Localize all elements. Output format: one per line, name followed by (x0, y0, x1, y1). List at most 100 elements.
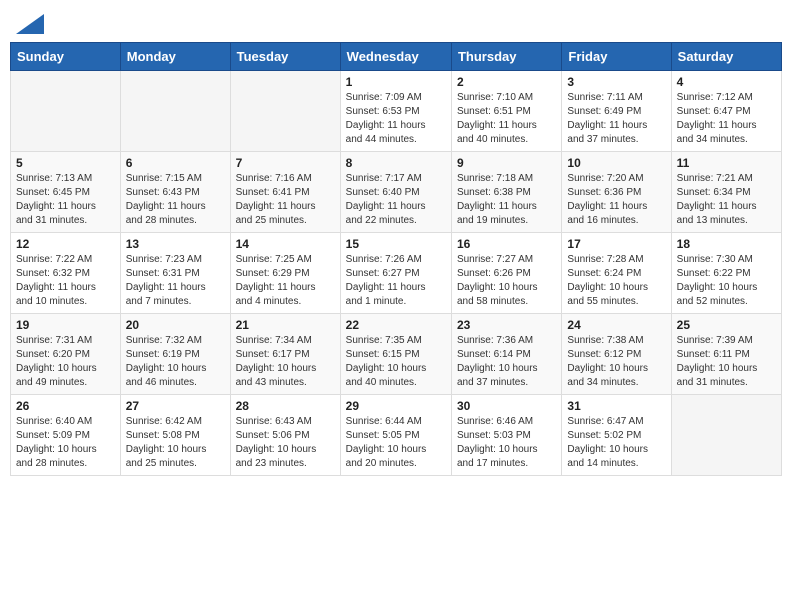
day-number: 7 (236, 156, 335, 170)
day-info: Sunrise: 7:10 AM Sunset: 6:51 PM Dayligh… (457, 91, 556, 147)
day-number: 9 (457, 156, 556, 170)
day-info: Sunrise: 7:25 AM Sunset: 6:29 PM Dayligh… (236, 253, 335, 309)
calendar-cell: 8 Sunrise: 7:17 AM Sunset: 6:40 PM Daylig… (340, 152, 451, 233)
calendar-cell: 11Sunrise: 7:21 AM Sunset: 6:34 PM Dayli… (671, 152, 781, 233)
calendar-cell (230, 71, 340, 152)
day-number: 28 (236, 399, 335, 413)
day-info: Sunrise: 7:27 AM Sunset: 6:26 PM Dayligh… (457, 253, 556, 309)
calendar-cell: 17 Sunrise: 7:28 AM Sunset: 6:24 PM Dayli… (562, 233, 671, 314)
day-number: 5 (16, 156, 115, 170)
calendar-cell: 10 Sunrise: 7:20 AM Sunset: 6:36 PM Dayli… (562, 152, 671, 233)
calendar-cell: 19 Sunrise: 7:31 AM Sunset: 6:20 PM Dayli… (11, 314, 121, 395)
calendar-cell: 27 Sunrise: 6:42 AM Sunset: 5:08 PM Dayli… (120, 395, 230, 476)
day-of-week-header: Monday (120, 43, 230, 71)
day-number: 3 (567, 75, 665, 89)
day-info: Sunrise: 7:23 AM Sunset: 6:31 PM Dayligh… (126, 253, 225, 309)
day-number: 22 (346, 318, 446, 332)
calendar-cell: 29 Sunrise: 6:44 AM Sunset: 5:05 PM Dayli… (340, 395, 451, 476)
day-info: Sunrise: 7:38 AM Sunset: 6:12 PM Dayligh… (567, 334, 665, 390)
day-number: 23 (457, 318, 556, 332)
day-number: 31 (567, 399, 665, 413)
day-number: 26 (16, 399, 115, 413)
day-info: Sunrise: 6:40 AM Sunset: 5:09 PM Dayligh… (16, 415, 115, 471)
calendar-cell: 28Sunrise: 6:43 AM Sunset: 5:06 PM Dayli… (230, 395, 340, 476)
calendar-cell: 24Sunrise: 7:38 AM Sunset: 6:12 PM Dayli… (562, 314, 671, 395)
day-info: Sunrise: 7:36 AM Sunset: 6:14 PM Dayligh… (457, 334, 556, 390)
day-number: 25 (677, 318, 776, 332)
day-number: 16 (457, 237, 556, 251)
calendar-cell: 6Sunrise: 7:15 AM Sunset: 6:43 PM Daylig… (120, 152, 230, 233)
day-number: 18 (677, 237, 776, 251)
day-number: 15 (346, 237, 446, 251)
calendar-cell: 30Sunrise: 6:46 AM Sunset: 5:03 PM Dayli… (451, 395, 561, 476)
day-info: Sunrise: 7:17 AM Sunset: 6:40 PM Dayligh… (346, 172, 446, 228)
day-info: Sunrise: 7:28 AM Sunset: 6:24 PM Dayligh… (567, 253, 665, 309)
day-info: Sunrise: 7:09 AM Sunset: 6:53 PM Dayligh… (346, 91, 446, 147)
calendar-cell: 15Sunrise: 7:26 AM Sunset: 6:27 PM Dayli… (340, 233, 451, 314)
day-info: Sunrise: 7:20 AM Sunset: 6:36 PM Dayligh… (567, 172, 665, 228)
calendar-cell: 22 Sunrise: 7:35 AM Sunset: 6:15 PM Dayli… (340, 314, 451, 395)
calendar-cell: 3 Sunrise: 7:11 AM Sunset: 6:49 PM Daylig… (562, 71, 671, 152)
day-of-week-header: Thursday (451, 43, 561, 71)
day-number: 14 (236, 237, 335, 251)
logo-arrow-icon (16, 14, 44, 34)
calendar-cell: 25 Sunrise: 7:39 AM Sunset: 6:11 PM Dayli… (671, 314, 781, 395)
calendar-cell: 31 Sunrise: 6:47 AM Sunset: 5:02 PM Dayli… (562, 395, 671, 476)
calendar-week-row: 26 Sunrise: 6:40 AM Sunset: 5:09 PM Dayli… (11, 395, 782, 476)
calendar-cell: 2 Sunrise: 7:10 AM Sunset: 6:51 PM Daylig… (451, 71, 561, 152)
day-number: 17 (567, 237, 665, 251)
page-header (10, 10, 782, 34)
day-number: 10 (567, 156, 665, 170)
calendar-cell: 12 Sunrise: 7:22 AM Sunset: 6:32 PM Dayli… (11, 233, 121, 314)
calendar-header-row: SundayMondayTuesdayWednesdayThursdayFrid… (11, 43, 782, 71)
calendar-cell: 5 Sunrise: 7:13 AM Sunset: 6:45 PM Daylig… (11, 152, 121, 233)
day-number: 4 (677, 75, 776, 89)
day-info: Sunrise: 7:22 AM Sunset: 6:32 PM Dayligh… (16, 253, 115, 309)
day-number: 12 (16, 237, 115, 251)
day-info: Sunrise: 6:46 AM Sunset: 5:03 PM Dayligh… (457, 415, 556, 471)
day-info: Sunrise: 6:42 AM Sunset: 5:08 PM Dayligh… (126, 415, 225, 471)
calendar-week-row: 1 Sunrise: 7:09 AM Sunset: 6:53 PM Daylig… (11, 71, 782, 152)
day-info: Sunrise: 7:32 AM Sunset: 6:19 PM Dayligh… (126, 334, 225, 390)
day-number: 29 (346, 399, 446, 413)
calendar-cell (11, 71, 121, 152)
day-of-week-header: Sunday (11, 43, 121, 71)
day-number: 19 (16, 318, 115, 332)
calendar-cell: 13 Sunrise: 7:23 AM Sunset: 6:31 PM Dayli… (120, 233, 230, 314)
calendar-cell: 18Sunrise: 7:30 AM Sunset: 6:22 PM Dayli… (671, 233, 781, 314)
day-info: Sunrise: 7:15 AM Sunset: 6:43 PM Dayligh… (126, 172, 225, 228)
calendar-cell: 14 Sunrise: 7:25 AM Sunset: 6:29 PM Dayli… (230, 233, 340, 314)
day-info: Sunrise: 7:13 AM Sunset: 6:45 PM Dayligh… (16, 172, 115, 228)
day-info: Sunrise: 6:47 AM Sunset: 5:02 PM Dayligh… (567, 415, 665, 471)
calendar-week-row: 19 Sunrise: 7:31 AM Sunset: 6:20 PM Dayli… (11, 314, 782, 395)
calendar-week-row: 12 Sunrise: 7:22 AM Sunset: 6:32 PM Dayli… (11, 233, 782, 314)
day-info: Sunrise: 7:11 AM Sunset: 6:49 PM Dayligh… (567, 91, 665, 147)
calendar-cell: 16 Sunrise: 7:27 AM Sunset: 6:26 PM Dayli… (451, 233, 561, 314)
calendar-week-row: 5 Sunrise: 7:13 AM Sunset: 6:45 PM Daylig… (11, 152, 782, 233)
day-number: 27 (126, 399, 225, 413)
day-number: 8 (346, 156, 446, 170)
calendar-cell: 4 Sunrise: 7:12 AM Sunset: 6:47 PM Daylig… (671, 71, 781, 152)
day-info: Sunrise: 6:44 AM Sunset: 5:05 PM Dayligh… (346, 415, 446, 471)
calendar-cell: 1 Sunrise: 7:09 AM Sunset: 6:53 PM Daylig… (340, 71, 451, 152)
calendar-cell (671, 395, 781, 476)
calendar-cell (120, 71, 230, 152)
day-number: 11 (677, 156, 776, 170)
day-info: Sunrise: 7:18 AM Sunset: 6:38 PM Dayligh… (457, 172, 556, 228)
calendar-cell: 9 Sunrise: 7:18 AM Sunset: 6:38 PM Daylig… (451, 152, 561, 233)
day-info: Sunrise: 7:31 AM Sunset: 6:20 PM Dayligh… (16, 334, 115, 390)
day-of-week-header: Friday (562, 43, 671, 71)
day-info: Sunrise: 7:39 AM Sunset: 6:11 PM Dayligh… (677, 334, 776, 390)
day-number: 1 (346, 75, 446, 89)
logo (14, 10, 44, 34)
calendar-cell: 20 Sunrise: 7:32 AM Sunset: 6:19 PM Dayli… (120, 314, 230, 395)
calendar-cell: 7Sunrise: 7:16 AM Sunset: 6:41 PM Daylig… (230, 152, 340, 233)
day-number: 2 (457, 75, 556, 89)
calendar-cell: 26 Sunrise: 6:40 AM Sunset: 5:09 PM Dayli… (11, 395, 121, 476)
day-number: 13 (126, 237, 225, 251)
day-info: Sunrise: 7:12 AM Sunset: 6:47 PM Dayligh… (677, 91, 776, 147)
calendar-cell: 21Sunrise: 7:34 AM Sunset: 6:17 PM Dayli… (230, 314, 340, 395)
day-of-week-header: Tuesday (230, 43, 340, 71)
day-info: Sunrise: 7:35 AM Sunset: 6:15 PM Dayligh… (346, 334, 446, 390)
day-number: 20 (126, 318, 225, 332)
